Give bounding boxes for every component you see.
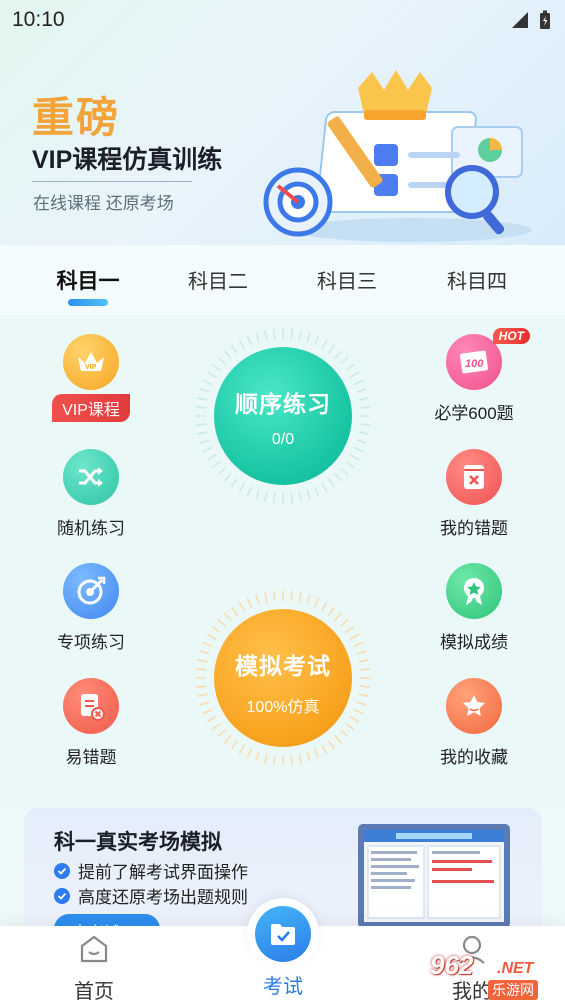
watermark-suffix: .NET <box>497 960 534 977</box>
nav-home[interactable]: 首页 <box>44 926 144 1004</box>
nav-home-label: 首页 <box>74 981 114 1003</box>
topic-practice-button[interactable]: 专项练习 <box>31 563 151 653</box>
nav-exam-label: 考试 <box>263 976 303 998</box>
error-doc-icon <box>63 678 119 734</box>
watermark-number: 962 <box>430 950 474 980</box>
star-icon <box>446 678 502 734</box>
vip-crown-icon: VIP <box>63 334 119 390</box>
must-learn-600-label: 必学600题 <box>434 404 514 423</box>
banner-caption: 在线课程 还原考场 <box>33 194 174 213</box>
sequential-practice-button[interactable]: 顺序练习 0/0 <box>214 347 352 485</box>
mock-exam-subtitle: 100%仿真 <box>246 699 320 716</box>
site-watermark: 962 .NET 乐游网 <box>412 948 562 1002</box>
check-icon <box>54 887 70 904</box>
exam-monitor-illustration <box>358 824 510 938</box>
subject-tabs: 科目一 科目二 科目三 科目四 <box>0 245 565 315</box>
my-favorites-label: 我的收藏 <box>440 748 508 767</box>
sequential-progress: 0/0 <box>271 431 295 448</box>
promo-point-1-text: 提前了解考试界面操作 <box>78 863 248 882</box>
medal-icon <box>446 563 502 619</box>
vip-course-label: VIP课程 <box>52 394 130 422</box>
mock-exam-button[interactable]: 模拟考试 100%仿真 <box>214 609 352 747</box>
hot-badge: HOT <box>492 328 530 344</box>
tab-subject-4[interactable]: 科目四 <box>427 265 527 294</box>
my-mistakes-label: 我的错题 <box>440 519 508 538</box>
exam-icon[interactable] <box>255 906 311 962</box>
error-prone-button[interactable]: 易错题 <box>31 678 151 768</box>
shuffle-icon <box>63 449 119 505</box>
my-favorites-button[interactable]: 我的收藏 <box>414 678 534 768</box>
tab-active-indicator <box>68 299 108 306</box>
random-practice-button[interactable]: 随机练习 <box>31 449 151 539</box>
promo-point-2: 高度还原考场出题规则 <box>54 883 248 908</box>
banner-subtitle: VIP课程仿真训练 <box>32 146 223 174</box>
promo-point-1: 提前了解考试界面操作 <box>54 858 248 883</box>
tab-subject-2[interactable]: 科目二 <box>168 265 268 294</box>
status-time: 10:10 <box>12 8 65 31</box>
check-icon <box>54 862 70 879</box>
svg-text:100: 100 <box>465 358 484 370</box>
status-icons <box>511 10 551 30</box>
target-icon <box>63 563 119 619</box>
topic-practice-label: 专项练习 <box>57 633 125 652</box>
vip-course-button[interactable]: VIP VIP课程 <box>31 334 151 422</box>
random-practice-label: 随机练习 <box>57 519 125 538</box>
mock-scores-button[interactable]: 模拟成绩 <box>414 563 534 653</box>
mock-scores-label: 模拟成绩 <box>440 633 508 652</box>
mock-exam-label: 模拟考试 <box>235 653 331 679</box>
battery-icon <box>540 10 550 29</box>
status-bar: 10:10 <box>0 0 565 40</box>
banner-divider <box>32 181 192 182</box>
tab-subject-3[interactable]: 科目三 <box>297 265 397 294</box>
tab-subject-1[interactable]: 科目一 <box>38 265 138 295</box>
signal-icon <box>512 12 528 28</box>
sequential-practice-label: 顺序练习 <box>235 391 331 417</box>
home-icon <box>80 935 108 963</box>
watermark-text: 乐游网 <box>488 980 538 1000</box>
my-mistakes-button[interactable]: 我的错题 <box>414 449 534 539</box>
wrong-book-icon <box>446 449 502 505</box>
promo-title: 科一真实考场模拟 <box>54 831 222 854</box>
promo-point-2-text: 高度还原考场出题规则 <box>78 888 248 907</box>
banner-illustration <box>263 70 532 242</box>
must-learn-600-button[interactable]: 100 HOT 必学600题 <box>414 328 534 424</box>
svg-text:VIP: VIP <box>85 364 97 371</box>
error-prone-label: 易错题 <box>65 748 117 767</box>
banner-title: 重磅 <box>32 94 121 141</box>
